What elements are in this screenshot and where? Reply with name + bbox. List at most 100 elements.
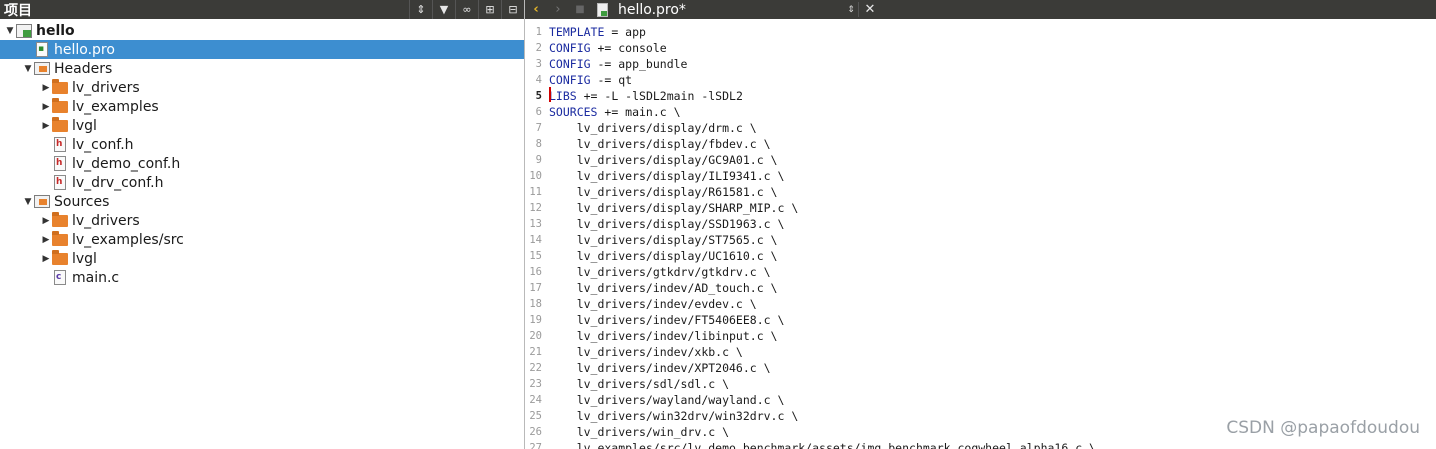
code-line[interactable]: 12 lv_drivers/display/SHARP_MIP.c \	[525, 200, 1436, 216]
code-line[interactable]: 15 lv_drivers/display/UC1610.c \	[525, 248, 1436, 264]
code-editor[interactable]: 1 TEMPLATE = app 2 CONFIG += console 3 CONFIG…	[525, 24, 1436, 449]
code-line[interactable]: 2 CONFIG += console	[525, 40, 1436, 56]
code-keyword: CONFIG	[549, 41, 591, 55]
header-file-icon: h	[52, 155, 68, 172]
document-title[interactable]: hello.pro*	[618, 2, 844, 18]
back-arrow-icon[interactable]: ‹	[525, 0, 547, 19]
tree-item[interactable]: ▶ lv_drivers	[0, 78, 524, 97]
collapsed-arrow-icon[interactable]: ▶	[40, 116, 52, 135]
filter-icon[interactable]: ▼	[432, 0, 455, 19]
tree-item-label: Sources	[54, 193, 110, 210]
code-rest: lv_drivers/indev/libinput.c \	[549, 329, 778, 343]
project-toolbar: 项目 ⇕ ▼ ∞ ⊞ ⊟	[0, 0, 524, 19]
line-number: 20	[529, 330, 542, 342]
code-line[interactable]: 22 lv_drivers/indev/XPT2046.c \	[525, 360, 1436, 376]
tree-item[interactable]: ▪ hello.pro	[0, 40, 524, 59]
line-number: 13	[529, 218, 542, 230]
code-line[interactable]: 5 LIBS += -L -lSDL2main -lSDL2	[525, 87, 1436, 104]
watermark: CSDN @papaofdoudou	[1226, 418, 1420, 438]
code-line[interactable]: 1 TEMPLATE = app	[525, 24, 1436, 40]
text-cursor	[549, 87, 551, 102]
sort-spinner-icon[interactable]: ⇕	[409, 0, 432, 19]
tree-item[interactable]: ▶ lv_drivers	[0, 211, 524, 230]
tree-item[interactable]: ▶ lvgl	[0, 249, 524, 268]
collapsed-arrow-icon[interactable]: ▶	[40, 78, 52, 97]
line-number: 12	[529, 202, 542, 214]
line-number: 17	[529, 282, 542, 294]
code-line[interactable]: 3 CONFIG -= app_bundle	[525, 56, 1436, 72]
code-line[interactable]: 27 lv_examples/src/lv_demo_benchmark/ass…	[525, 440, 1436, 449]
code-text: lv_drivers/win_drv.c \	[549, 425, 729, 439]
code-line[interactable]: 19 lv_drivers/indev/FT5406EE8.c \	[525, 312, 1436, 328]
pro-file-icon: ▪	[34, 41, 50, 58]
split-icon[interactable]: ⊞	[478, 0, 501, 19]
document-dropdown-icon[interactable]: ⇕	[844, 5, 858, 15]
code-rest: lv_drivers/display/drm.c \	[549, 121, 757, 135]
code-line[interactable]: 11 lv_drivers/display/R61581.c \	[525, 184, 1436, 200]
code-text: lv_drivers/display/SSD1963.c \	[549, 217, 785, 231]
collapsed-arrow-icon[interactable]: ▶	[40, 249, 52, 268]
tree-item[interactable]: h lv_demo_conf.h	[0, 154, 524, 173]
line-number: 4	[535, 74, 542, 86]
tree-item[interactable]: ▼ Headers	[0, 59, 524, 78]
tree-item[interactable]: h lv_drv_conf.h	[0, 173, 524, 192]
code-line[interactable]: 7 lv_drivers/display/drm.c \	[525, 120, 1436, 136]
tree-item[interactable]: ▼ Sources	[0, 192, 524, 211]
tree-item[interactable]: h lv_conf.h	[0, 135, 524, 154]
tree-item[interactable]: ▶ lvgl	[0, 116, 524, 135]
code-keyword: CONFIG	[549, 73, 591, 87]
code-rest: lv_examples/src/lv_demo_benchmark/assets…	[549, 441, 1096, 449]
tree-item[interactable]: ▶ lv_examples	[0, 97, 524, 116]
code-line[interactable]: 6 SOURCES += main.c \	[525, 104, 1436, 120]
code-line[interactable]: 24 lv_drivers/wayland/wayland.c \	[525, 392, 1436, 408]
line-number: 1	[535, 26, 542, 38]
code-text: lv_drivers/display/UC1610.c \	[549, 249, 778, 263]
tree-item[interactable]: ▶ lv_examples/src	[0, 230, 524, 249]
collapsed-arrow-icon[interactable]: ▶	[40, 97, 52, 116]
editor-panel: ‹ › ■ hello.pro* ⇕ ✕ 1 TEMPLATE = app 2 CON…	[525, 0, 1436, 449]
forward-arrow-icon[interactable]: ›	[547, 0, 569, 19]
code-text: lv_drivers/display/ST7565.c \	[549, 233, 778, 247]
code-rest: lv_drivers/display/ST7565.c \	[549, 233, 778, 247]
code-rest: lv_drivers/display/UC1610.c \	[549, 249, 778, 263]
code-text: lv_drivers/wayland/wayland.c \	[549, 393, 785, 407]
project-tree[interactable]: ▼ hello ▪ hello.pro ▼ Headers ▶ lv_drivers ▶ lv_e…	[0, 21, 524, 287]
expanded-arrow-icon[interactable]: ▼	[4, 21, 16, 40]
tree-item[interactable]: c main.c	[0, 268, 524, 287]
code-line[interactable]: 13 lv_drivers/display/SSD1963.c \	[525, 216, 1436, 232]
code-rest: lv_drivers/display/R61581.c \	[549, 185, 778, 199]
project-panel-title: 项目	[4, 2, 32, 19]
code-line[interactable]: 8 lv_drivers/display/fbdev.c \	[525, 136, 1436, 152]
code-rest: lv_drivers/win32drv/win32drv.c \	[549, 409, 799, 423]
code-line[interactable]: 17 lv_drivers/indev/AD_touch.c \	[525, 280, 1436, 296]
tree-item-label: lv_drivers	[72, 212, 140, 229]
code-rest: lv_drivers/indev/evdev.c \	[549, 297, 757, 311]
code-line[interactable]: 14 lv_drivers/display/ST7565.c \	[525, 232, 1436, 248]
link-icon[interactable]: ∞	[455, 0, 478, 19]
code-text: lv_drivers/display/R61581.c \	[549, 185, 778, 199]
code-line[interactable]: 4 CONFIG -= qt	[525, 72, 1436, 88]
expanded-arrow-icon[interactable]: ▼	[22, 59, 34, 78]
code-line[interactable]: 18 lv_drivers/indev/evdev.c \	[525, 296, 1436, 312]
code-line[interactable]: 9 lv_drivers/display/GC9A01.c \	[525, 152, 1436, 168]
code-rest: lv_drivers/indev/XPT2046.c \	[549, 361, 771, 375]
code-line[interactable]: 20 lv_drivers/indev/libinput.c \	[525, 328, 1436, 344]
expanded-arrow-icon[interactable]: ▼	[22, 192, 34, 211]
tree-item[interactable]: ▼ hello	[0, 21, 524, 40]
collapsed-arrow-icon[interactable]: ▶	[40, 230, 52, 249]
collapse-icon[interactable]: ⊟	[501, 0, 524, 19]
line-number: 23	[529, 378, 542, 390]
code-line[interactable]: 10 lv_drivers/display/ILI9341.c \	[525, 168, 1436, 184]
code-line[interactable]: 21 lv_drivers/indev/xkb.c \	[525, 344, 1436, 360]
close-document-icon[interactable]: ✕	[858, 2, 881, 17]
code-rest: += -L -lSDL2main -lSDL2	[576, 89, 743, 103]
code-line[interactable]: 16 lv_drivers/gtkdrv/gtkdrv.c \	[525, 264, 1436, 280]
code-rest: lv_drivers/display/fbdev.c \	[549, 137, 771, 151]
code-line[interactable]: 23 lv_drivers/sdl/sdl.c \	[525, 376, 1436, 392]
code-rest: lv_drivers/indev/AD_touch.c \	[549, 281, 778, 295]
code-text: CONFIG -= qt	[549, 73, 632, 87]
code-text: lv_drivers/display/drm.c \	[549, 121, 757, 135]
collapsed-arrow-icon[interactable]: ▶	[40, 211, 52, 230]
line-number: 22	[529, 362, 542, 374]
folder-icon	[52, 230, 68, 248]
